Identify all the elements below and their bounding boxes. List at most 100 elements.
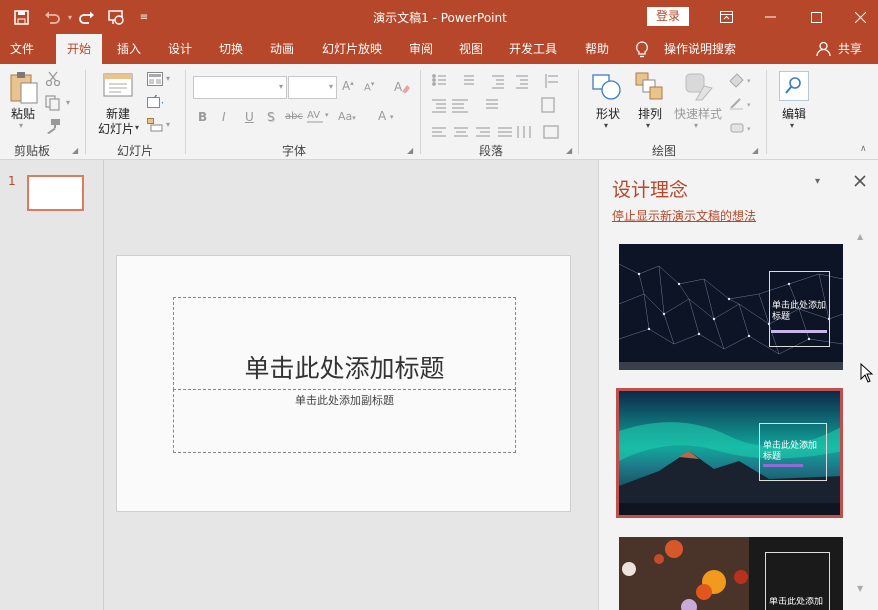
strikethrough-button[interactable]: abc <box>285 111 303 122</box>
paste-label[interactable]: 粘贴 <box>8 105 38 122</box>
tab-slideshow[interactable]: 幻灯片放映 <box>314 34 390 64</box>
new-slide-dropdown-icon[interactable]: ▾ <box>135 123 139 132</box>
drawing-launcher-icon[interactable]: ◢ <box>752 146 758 155</box>
font-name-combo[interactable]: ▾ <box>193 76 287 99</box>
share-button[interactable]: 共享 <box>834 34 866 64</box>
present-from-start-icon[interactable] <box>106 7 126 27</box>
drawing-group-label: 绘图 <box>651 144 676 158</box>
title-placeholder-text: 单击此处添加标题 <box>244 354 445 383</box>
layout-dropdown-icon[interactable]: ▾ <box>166 74 170 83</box>
design-idea-card[interactable]: 单击此处添加标题 <box>619 244 843 370</box>
minimize-icon[interactable] <box>748 4 792 30</box>
reset-slide-icon[interactable] <box>147 92 166 109</box>
slide-thumbnail[interactable] <box>27 175 84 211</box>
arrange-label[interactable]: 排列 <box>634 105 666 122</box>
section-icon[interactable] <box>147 118 163 132</box>
person-icon[interactable] <box>816 41 832 57</box>
clipboard-launcher-icon[interactable]: ◢ <box>72 146 78 155</box>
save-icon[interactable] <box>11 7 31 27</box>
font-group-label: 字体 <box>281 144 306 158</box>
font-size-combo[interactable]: ▾ <box>288 76 337 99</box>
design-pane-title: 设计理念 <box>612 179 689 201</box>
design-idea-card-selected[interactable]: 单击此处添加标题 <box>616 388 843 518</box>
tab-design[interactable]: 设计 <box>159 34 201 64</box>
tab-home[interactable]: 开始 <box>56 34 102 64</box>
svg-text:▾: ▾ <box>390 113 394 121</box>
stop-showing-ideas-link[interactable]: 停止显示新演示文稿的想法 <box>612 207 756 224</box>
title-placeholder[interactable]: 单击此处添加标题 <box>173 297 516 390</box>
undo-icon[interactable] <box>42 7 62 27</box>
ribbon-separator <box>185 70 186 154</box>
font-color-icon[interactable]: A ▾ <box>376 108 398 126</box>
pane-options-icon[interactable]: ▾ <box>815 176 820 187</box>
ribbon-separator <box>578 70 579 154</box>
increase-font-size-icon[interactable]: A▴ <box>342 79 354 93</box>
underline-button[interactable]: U <box>245 110 254 124</box>
login-button[interactable]: 登录 <box>647 7 689 26</box>
paragraph-launcher-icon[interactable]: ◢ <box>566 146 572 155</box>
decrease-font-size-icon[interactable]: A▾ <box>364 80 374 93</box>
bold-button[interactable]: B <box>198 110 207 124</box>
font-launcher-icon[interactable]: ◢ <box>407 146 413 155</box>
format-painter-icon[interactable] <box>45 118 61 134</box>
font-size-dropdown-icon[interactable]: ▾ <box>329 82 333 91</box>
tab-insert[interactable]: 插入 <box>108 34 150 64</box>
font-name-dropdown-icon[interactable]: ▾ <box>279 82 283 91</box>
ribbon: 粘贴 ▾ ▾ 剪贴板 ◢ 新建 幻灯片 ▾ ▾ ▾ 幻灯片 ▾ ▾ A▴ A▾ … <box>0 64 878 160</box>
cut-icon[interactable] <box>45 71 61 87</box>
shapes-dropdown-icon[interactable]: ▾ <box>604 121 608 130</box>
layout-icon[interactable] <box>147 72 163 86</box>
quick-styles-dropdown-icon[interactable]: ▾ <box>694 121 698 130</box>
slides-group-label: 幻灯片 <box>116 144 153 158</box>
quick-styles-label[interactable]: 快速样式 <box>670 105 726 122</box>
scroll-down-icon[interactable]: ▼ <box>857 584 863 593</box>
quick-styles-icon[interactable] <box>682 72 714 102</box>
new-slide-label-2[interactable]: 幻灯片 <box>94 120 138 137</box>
change-case-icon[interactable]: Aa▾ <box>338 110 356 123</box>
tab-animations[interactable]: 动画 <box>261 34 303 64</box>
ribbon-separator <box>420 70 421 154</box>
customize-qat-icon[interactable]: ≡ <box>134 7 154 27</box>
subtitle-placeholder[interactable]: 单击此处添加副标题 <box>173 389 516 453</box>
design-idea-card[interactable]: 单击此处添加标题 <box>619 537 843 610</box>
redo-icon[interactable] <box>77 7 97 27</box>
copy-icon[interactable] <box>45 95 61 111</box>
ribbon-tab-bar: 文件 开始 插入 设计 切换 动画 幻灯片放映 审阅 视图 开发工具 帮助 操作… <box>0 34 878 64</box>
svg-text:A: A <box>378 109 387 123</box>
paste-icon[interactable] <box>9 71 39 105</box>
ribbon-display-options-icon[interactable] <box>704 4 748 30</box>
new-slide-icon[interactable] <box>103 71 133 99</box>
copy-dropdown-icon[interactable]: ▾ <box>66 98 70 107</box>
arrange-dropdown-icon[interactable]: ▾ <box>646 121 650 130</box>
slide[interactable]: 单击此处添加标题 单击此处添加副标题 <box>116 255 571 512</box>
collapse-ribbon-icon[interactable]: ∧ <box>860 144 867 154</box>
shapes-icon[interactable] <box>592 72 622 102</box>
slide-editing-area: 单击此处添加标题 单击此处添加副标题 <box>104 160 597 610</box>
maximize-icon[interactable] <box>794 4 838 30</box>
svg-text:▾: ▾ <box>747 101 751 109</box>
tab-help[interactable]: 帮助 <box>576 34 618 64</box>
tell-me-search[interactable]: 操作说明搜索 <box>660 34 740 64</box>
tab-view[interactable]: 视图 <box>450 34 492 64</box>
arrange-icon[interactable] <box>635 72 665 102</box>
paste-dropdown-icon[interactable]: ▾ <box>19 121 23 130</box>
card-subtitle-bar <box>771 330 827 333</box>
svg-text:AV: AV <box>307 110 320 121</box>
tab-developer[interactable]: 开发工具 <box>502 34 564 64</box>
tab-review[interactable]: 审阅 <box>400 34 442 64</box>
tab-transitions[interactable]: 切换 <box>210 34 252 64</box>
clear-formatting-icon[interactable]: A <box>394 79 410 94</box>
shapes-label[interactable]: 形状 <box>592 105 624 122</box>
italic-button[interactable]: I <box>222 110 226 124</box>
text-shadow-button[interactable]: S <box>267 110 275 124</box>
editing-icon[interactable] <box>779 71 809 101</box>
tab-file[interactable]: 文件 <box>0 34 44 64</box>
editing-dropdown-icon[interactable]: ▾ <box>790 121 794 130</box>
scroll-up-icon[interactable]: ▲ <box>857 232 863 241</box>
character-spacing-icon[interactable]: AV ▾ <box>306 108 332 126</box>
section-dropdown-icon[interactable]: ▾ <box>166 120 170 129</box>
close-pane-icon[interactable] <box>854 175 866 187</box>
close-window-icon[interactable] <box>838 4 878 30</box>
lightbulb-icon <box>635 41 651 59</box>
editing-label[interactable]: 编辑 <box>774 105 814 122</box>
